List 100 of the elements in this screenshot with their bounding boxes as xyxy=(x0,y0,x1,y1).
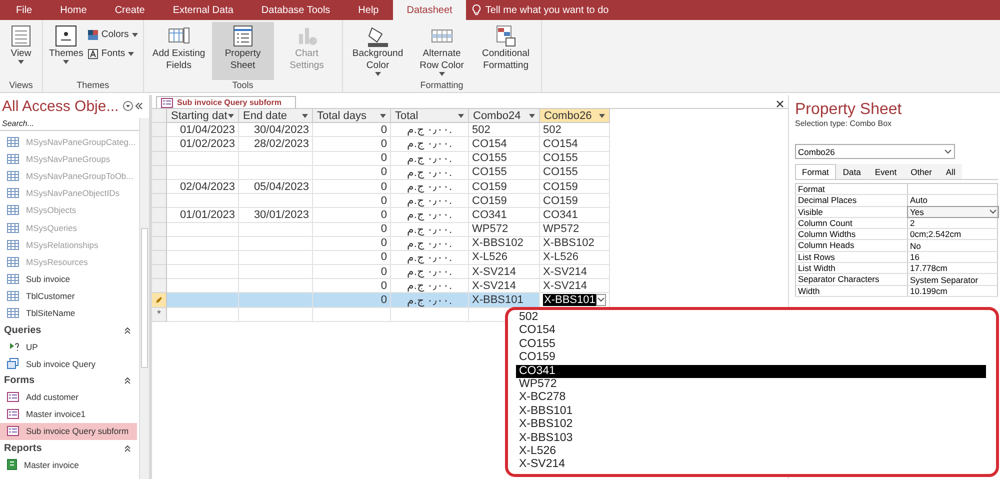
nav-item[interactable]: Add customer xyxy=(0,388,137,406)
object-select[interactable]: Combo26 xyxy=(795,144,955,159)
nav-item[interactable]: Master invoice xyxy=(0,456,137,474)
collapse-up-icon[interactable] xyxy=(124,444,131,452)
list-option[interactable]: CO155 xyxy=(516,338,986,352)
list-option[interactable]: CO341 xyxy=(516,364,986,378)
ribbon-button[interactable]: Colors xyxy=(87,28,139,41)
property-tab[interactable]: Other xyxy=(904,164,939,179)
table-cell: 0 xyxy=(313,152,391,166)
column-header[interactable]: Total xyxy=(391,109,469,124)
column-header[interactable]: End date xyxy=(239,109,313,124)
list-option[interactable]: X-BC278 xyxy=(516,391,986,405)
pencil-icon xyxy=(155,296,163,304)
nav-item[interactable]: Master invoice1 xyxy=(0,406,137,423)
nav-item[interactable]: Sub invoice Query subform xyxy=(0,422,137,440)
menu-tab[interactable]: File xyxy=(2,0,46,20)
list-option[interactable]: X-BBS101 xyxy=(516,404,986,418)
property-value[interactable]: 0cm;2.542cm xyxy=(908,229,998,240)
tell-me-search[interactable]: Tell me what you want to do xyxy=(485,4,609,16)
ribbon-button[interactable]: View xyxy=(4,22,38,80)
nav-item[interactable]: TblCustomer xyxy=(0,288,137,305)
table-cell: ٠٫٠٠ ج.م. xyxy=(391,208,469,222)
list-option[interactable]: X-SV214 xyxy=(516,458,986,472)
list-option[interactable]: CO159 xyxy=(516,351,986,365)
nav-item[interactable]: Sub invoice Query xyxy=(0,355,137,372)
row-selector[interactable] xyxy=(152,250,167,266)
ribbon-button[interactable]: Themes xyxy=(47,22,86,80)
property-value[interactable]: 17.778cm xyxy=(908,263,998,274)
list-option[interactable]: WP572 xyxy=(516,378,986,392)
row-selector[interactable] xyxy=(152,279,167,294)
dropdown-button[interactable] xyxy=(596,294,606,306)
ribbon-button[interactable]: Fonts xyxy=(87,47,139,60)
list-option[interactable]: X-BBS103 xyxy=(516,432,986,445)
ribbon-button[interactable]: Add Existing Fields xyxy=(148,22,210,80)
property-value[interactable]: No xyxy=(908,240,998,251)
column-header[interactable]: Combo24 xyxy=(469,109,540,124)
property-tab[interactable]: Format xyxy=(795,164,836,179)
query-icon xyxy=(7,358,19,370)
section-header[interactable]: Reports xyxy=(4,442,42,454)
row-selector[interactable] xyxy=(152,194,167,208)
menu-tab[interactable]: Database Tools xyxy=(247,0,344,20)
nav-item[interactable]: TblSiteName xyxy=(0,304,137,322)
collapse-up-icon[interactable] xyxy=(124,326,131,334)
document-tab[interactable]: Sub invoice Query subform xyxy=(156,96,296,108)
collapse-icon[interactable] xyxy=(134,102,143,110)
table-cell: CO159 xyxy=(469,194,540,208)
row-selector[interactable] xyxy=(152,123,167,138)
table-cell: 0 xyxy=(313,137,391,152)
list-option[interactable]: 502 xyxy=(516,311,986,324)
select-all-corner[interactable] xyxy=(152,109,167,124)
property-tab[interactable]: All xyxy=(938,164,962,179)
ribbon-button[interactable]: Conditional Formatting xyxy=(474,22,537,80)
table-cell: X-L526 xyxy=(469,250,540,266)
collapse-up-icon[interactable] xyxy=(124,376,131,384)
row-selector[interactable] xyxy=(152,208,167,222)
property-tab[interactable]: Event xyxy=(868,164,904,179)
property-sheet-icon xyxy=(230,24,255,48)
search-field[interactable]: Search... xyxy=(0,117,139,131)
nav-item[interactable]: Sub invoice xyxy=(0,270,137,288)
row-selector[interactable] xyxy=(152,137,167,152)
menu-tab[interactable]: Help xyxy=(344,0,393,20)
scrollbar[interactable] xyxy=(139,118,149,479)
row-selector[interactable] xyxy=(152,222,167,237)
property-value[interactable]: Yes xyxy=(908,206,998,217)
section-header[interactable]: Queries xyxy=(4,324,42,336)
group-label: Tools xyxy=(231,80,254,92)
menu-tab[interactable]: Create xyxy=(100,0,159,20)
property-value[interactable]: System Separator xyxy=(908,274,998,285)
row-selector[interactable] xyxy=(152,166,167,180)
column-header[interactable]: Starting dat xyxy=(167,109,239,124)
property-value[interactable]: 10.199cm xyxy=(908,286,998,296)
section-header[interactable]: Forms xyxy=(4,374,35,386)
property-value[interactable]: Auto xyxy=(908,195,998,206)
ribbon-button[interactable]: Property Sheet xyxy=(212,22,274,80)
nav-item[interactable]: UP xyxy=(0,338,137,356)
row-selector[interactable] xyxy=(152,152,167,166)
table-cell: ٠٫٠٠ ج.م. xyxy=(391,152,469,166)
ribbon-button[interactable]: Alternate Row Color xyxy=(410,22,473,80)
close-icon[interactable] xyxy=(776,100,784,108)
update-query-icon xyxy=(7,342,19,352)
row-selector[interactable] xyxy=(152,265,167,280)
menu-tab[interactable]: Home xyxy=(46,0,101,20)
table-cell: X-BBS102 xyxy=(469,236,540,251)
row-selector[interactable] xyxy=(152,180,167,194)
row-selector[interactable] xyxy=(152,293,167,308)
table-cell: CO341 xyxy=(540,208,610,222)
list-option[interactable]: X-L526 xyxy=(516,444,986,458)
property-value[interactable]: 2 xyxy=(908,218,998,228)
menu-tab[interactable]: External Data xyxy=(158,0,248,20)
ribbon-button[interactable]: Background Color xyxy=(346,22,409,80)
column-header[interactable]: Total days xyxy=(313,109,391,124)
property-value[interactable]: 16 xyxy=(908,252,998,262)
property-tab[interactable]: Data xyxy=(836,164,868,179)
list-option[interactable]: X-BBS102 xyxy=(516,418,986,432)
menu-tab[interactable]: Datasheet xyxy=(392,0,466,20)
table-cell: 0 xyxy=(313,250,391,266)
column-header[interactable]: Combo26 xyxy=(540,109,610,124)
list-option[interactable]: CO154 xyxy=(516,324,986,338)
row-selector[interactable] xyxy=(152,236,167,251)
dropdown-circle-icon[interactable] xyxy=(122,101,133,111)
